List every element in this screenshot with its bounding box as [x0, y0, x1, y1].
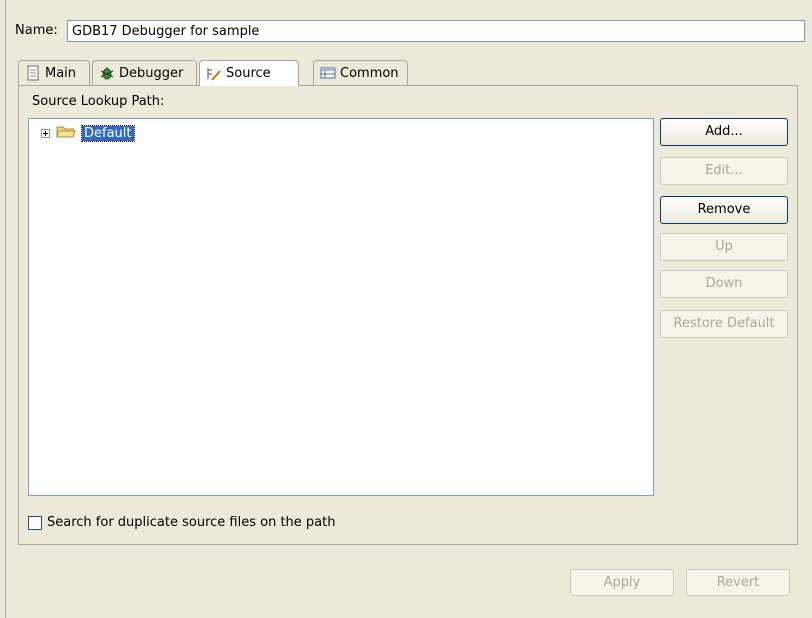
- name-input[interactable]: [67, 20, 805, 42]
- bug-icon: [99, 65, 115, 81]
- remove-button[interactable]: Remove: [660, 196, 788, 224]
- source-icon: [206, 66, 222, 82]
- revert-button[interactable]: Revert: [686, 569, 790, 596]
- name-row: Name:: [15, 20, 805, 42]
- tab-main-label: Main: [45, 65, 77, 81]
- tab-source[interactable]: Source: [199, 60, 299, 86]
- tab-debugger[interactable]: Debugger: [92, 60, 197, 85]
- restore-default-button[interactable]: Restore Default: [660, 310, 788, 338]
- apply-button[interactable]: Apply: [570, 569, 674, 596]
- source-lookup-label: Source Lookup Path:: [32, 94, 165, 109]
- tree-item-label: Default: [81, 124, 135, 142]
- duplicate-search-label: Search for duplicate source files on the…: [47, 515, 336, 530]
- name-label: Name:: [15, 23, 58, 38]
- document-icon: [25, 65, 41, 81]
- tab-source-label: Source: [226, 66, 271, 81]
- tab-debugger-label: Debugger: [119, 65, 184, 81]
- tab-main[interactable]: Main: [18, 60, 90, 85]
- duplicate-search-row[interactable]: Search for duplicate source files on the…: [28, 515, 335, 530]
- source-lookup-tree[interactable]: Default: [28, 118, 654, 496]
- add-button[interactable]: Add...: [660, 118, 788, 146]
- expand-plus-icon[interactable]: [41, 128, 50, 138]
- tab-common-label: Common: [340, 65, 399, 81]
- up-button[interactable]: Up: [660, 233, 788, 261]
- edit-button[interactable]: Edit...: [660, 157, 788, 185]
- table-icon: [320, 65, 336, 81]
- duplicate-search-checkbox[interactable]: [28, 515, 42, 530]
- tree-item-default[interactable]: Default: [41, 123, 135, 143]
- tab-common[interactable]: Common: [313, 60, 408, 85]
- folder-icon: [56, 123, 76, 143]
- down-button[interactable]: Down: [660, 270, 788, 298]
